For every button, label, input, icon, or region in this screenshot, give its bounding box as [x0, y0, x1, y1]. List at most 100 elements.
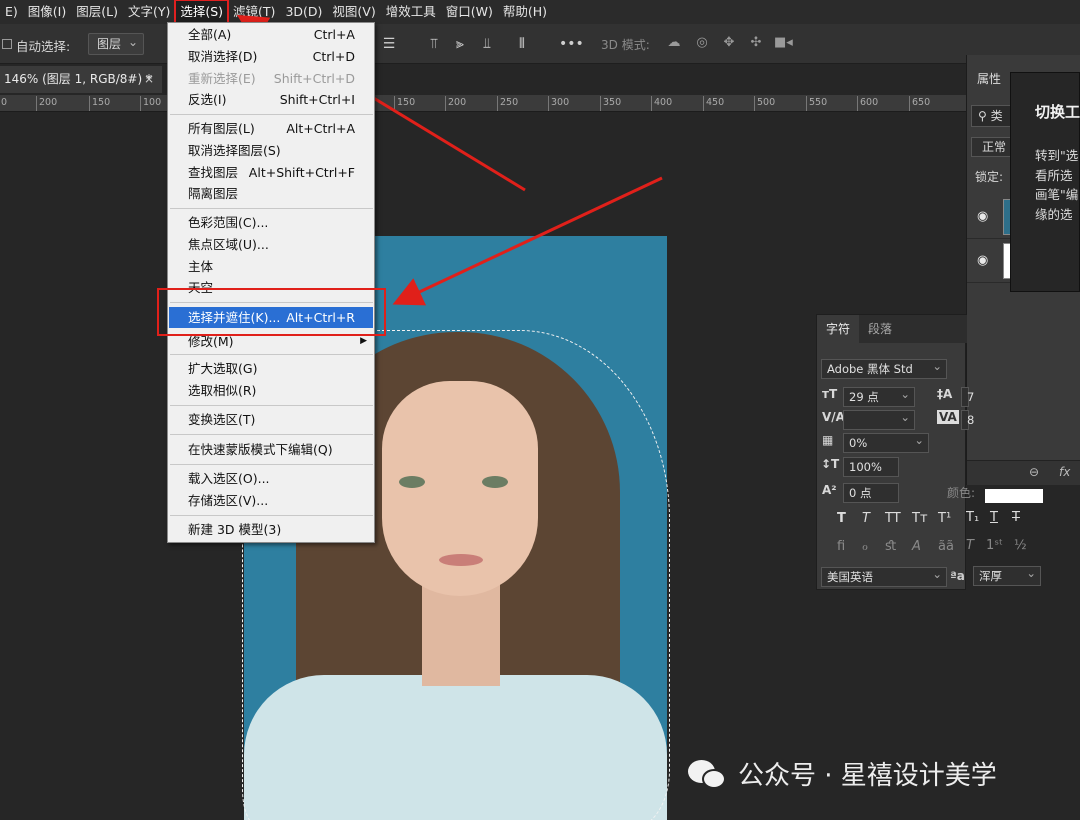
menu-3d[interactable]: 3D(D)	[280, 0, 327, 24]
tooltip-line: 画笔"编	[1035, 187, 1079, 202]
drag-3d-icon[interactable]: ✥	[720, 35, 738, 53]
ruler-tick: 200	[445, 96, 466, 111]
ruler-tick: 350	[600, 96, 621, 111]
menu-type[interactable]: 文字(Y)	[123, 0, 175, 24]
layer-row[interactable]: ◉	[967, 195, 1013, 239]
menu-layer[interactable]: 图层(L)	[71, 0, 123, 24]
align-top-icon[interactable]: ⫪	[425, 35, 443, 53]
language-dropdown[interactable]: 美国英语	[821, 565, 947, 587]
menu-item-deselect-layers[interactable]: 取消选择图层(S)	[169, 140, 373, 161]
opentype-buttons: ﬁ ℴ ﬆ A ãã	[817, 539, 967, 561]
menu-separator	[170, 208, 373, 209]
slide-3d-icon[interactable]: ✣	[747, 35, 765, 53]
menu-separator	[170, 434, 373, 435]
menu-item-new-3d-model[interactable]: 新建 3D 模型(3)	[169, 519, 373, 540]
scale-3d-icon[interactable]: ■◂	[774, 35, 793, 53]
font-size-field[interactable]: 29 点	[843, 385, 915, 407]
menu-item-load-selection[interactable]: 载入选区(O)...	[169, 468, 373, 489]
text-color-swatch[interactable]	[985, 489, 1043, 503]
menu-item-quick-mask[interactable]: 在快速蒙版模式下编辑(Q)	[169, 439, 373, 460]
align-vertical-center-icon[interactable]: ⫸	[451, 35, 469, 53]
tsume-icon: ▦	[822, 433, 834, 447]
tooltip-line: 缘的选	[1035, 207, 1073, 222]
menu-item-focus-area[interactable]: 焦点区域(U)...	[169, 234, 373, 255]
options-bar: 自动选择: 图层 ☰ ⫪ ⫸ ⫫ ⫴ ••• 3D 模式: ☁ ◎ ✥ ✣ ■◂	[0, 24, 1080, 64]
more-options-icon[interactable]: •••	[559, 35, 584, 53]
align-left-edges-icon[interactable]: ☰	[380, 35, 398, 53]
roll-3d-icon[interactable]: ◎	[693, 35, 711, 53]
menu-item-all-layers[interactable]: 所有图层(L) Alt+Ctrl+A	[169, 118, 373, 139]
antialias-dropdown[interactable]: 浑厚	[973, 564, 1041, 586]
layers-footer: ⊖ fx	[967, 460, 1080, 485]
faux-bold-icon[interactable]: T	[837, 511, 846, 526]
auto-select-checkbox[interactable]	[2, 39, 12, 49]
tooltip-line: 转到"选	[1035, 148, 1079, 163]
menu-item-find-layers[interactable]: 查找图层 Alt+Shift+Ctrl+F	[169, 162, 373, 183]
ligatures-icon[interactable]: ﬁ	[837, 539, 845, 554]
tab-character[interactable]: 字符	[817, 315, 860, 343]
menu-item-transform-selection[interactable]: 变换选区(T)	[169, 409, 373, 430]
menu-image[interactable]: 图像(I)	[23, 0, 71, 24]
ruler-tick: 550	[806, 96, 827, 111]
menu-item-reselect[interactable]: 重新选择(E) Shift+Ctrl+D	[169, 68, 373, 89]
auto-select-dropdown[interactable]: 图层	[88, 32, 144, 55]
tab-properties[interactable]: 属性	[967, 65, 1011, 93]
ruler-tick: 0	[0, 96, 7, 111]
font-family-dropdown[interactable]: Adobe 黑体 Std	[821, 357, 947, 379]
tracking-field[interactable]: 8	[961, 410, 974, 430]
superscript-icon[interactable]: T¹	[938, 511, 951, 526]
ruler-tick: 300	[548, 96, 569, 111]
menu-item-subject[interactable]: 主体	[169, 256, 373, 277]
menu-item-isolate-layers[interactable]: 隔离图层	[169, 183, 373, 204]
old-style-icon[interactable]: ℴ	[862, 539, 868, 554]
horizontal-ruler: 0 200 150 100 150 200 250 300 350 400 45…	[0, 95, 966, 112]
link-layers-icon[interactable]: ⊖	[1029, 465, 1039, 479]
menu-item-grow[interactable]: 扩大选取(G)	[169, 358, 373, 379]
menu-help[interactable]: 帮助(H)	[498, 0, 552, 24]
menu-view[interactable]: 视图(V)	[327, 0, 380, 24]
discretionary-ligatures-icon[interactable]: ﬆ	[885, 539, 896, 554]
visibility-eye-icon[interactable]: ◉	[977, 253, 988, 268]
all-caps-icon[interactable]: TT	[885, 511, 901, 526]
text-style-buttons: T T TT Tт T¹	[817, 511, 967, 533]
ruler-tick: 250	[497, 96, 518, 111]
menu-select[interactable]: 选择(S)	[174, 0, 230, 25]
orbit-3d-icon[interactable]: ☁	[665, 35, 683, 53]
ruler-tick: 600	[857, 96, 878, 111]
ruler-tick: 650	[909, 96, 930, 111]
menu-item-deselect[interactable]: 取消选择(D) Ctrl+D	[169, 46, 373, 67]
menu-edit[interactable]: E)	[0, 0, 23, 24]
menu-filter[interactable]: 滤镜(T)	[228, 0, 280, 24]
stylistic-alternates-icon[interactable]: ãã	[938, 539, 954, 554]
menu-item-inverse[interactable]: 反选(I) Shift+Ctrl+I	[169, 89, 373, 110]
align-bottom-icon[interactable]: ⫫	[478, 35, 496, 53]
layer-row[interactable]: ◉	[967, 239, 1013, 283]
document-tab[interactable]: 146% (图层 1, RGB/8#) * ×	[0, 66, 162, 93]
distribute-icon[interactable]: ⫴	[513, 35, 531, 53]
leading-field[interactable]: 7	[961, 387, 974, 407]
menu-window[interactable]: 窗口(W)	[441, 0, 498, 24]
faux-italic-icon[interactable]: T	[862, 511, 870, 526]
close-tab-icon[interactable]: ×	[144, 66, 154, 93]
ruler-tick: 150	[89, 96, 110, 111]
fx-icon[interactable]: fx	[1059, 465, 1070, 479]
tsume-field[interactable]: 0%	[843, 431, 929, 453]
tool-tooltip: 切换工 转到"选 看所选 画笔"编 缘的选	[1010, 72, 1080, 292]
kerning-field[interactable]	[843, 408, 915, 430]
character-panel: 字符 段落 Adobe 黑体 Std ᴛT 29 点 ‡A 7 V/A VA 8…	[816, 314, 974, 590]
menu-plugins[interactable]: 增效工具	[381, 0, 441, 24]
small-caps-icon[interactable]: Tт	[912, 511, 928, 526]
menu-item-save-selection[interactable]: 存储选区(V)...	[169, 490, 373, 511]
menu-bar: E) 图像(I) 图层(L) 文字(Y) 选择(S) 滤镜(T) 3D(D) 视…	[0, 0, 1080, 25]
swash-icon[interactable]: A	[912, 539, 921, 554]
tooltip-title: 切换工	[1035, 103, 1080, 121]
menu-item-select-all[interactable]: 全部(A) Ctrl+A	[169, 24, 373, 45]
highlight-box-select-and-mask	[157, 288, 386, 336]
tab-paragraph[interactable]: 段落	[859, 315, 901, 343]
vertical-scale-field[interactable]: 100%	[843, 457, 899, 477]
menu-item-color-range[interactable]: 色彩范围(C)...	[169, 212, 373, 233]
menu-item-similar[interactable]: 选取相似(R)	[169, 380, 373, 401]
color-label: 颜色:	[947, 486, 976, 500]
baseline-shift-field[interactable]: 0 点	[843, 483, 899, 503]
visibility-eye-icon[interactable]: ◉	[977, 209, 988, 224]
